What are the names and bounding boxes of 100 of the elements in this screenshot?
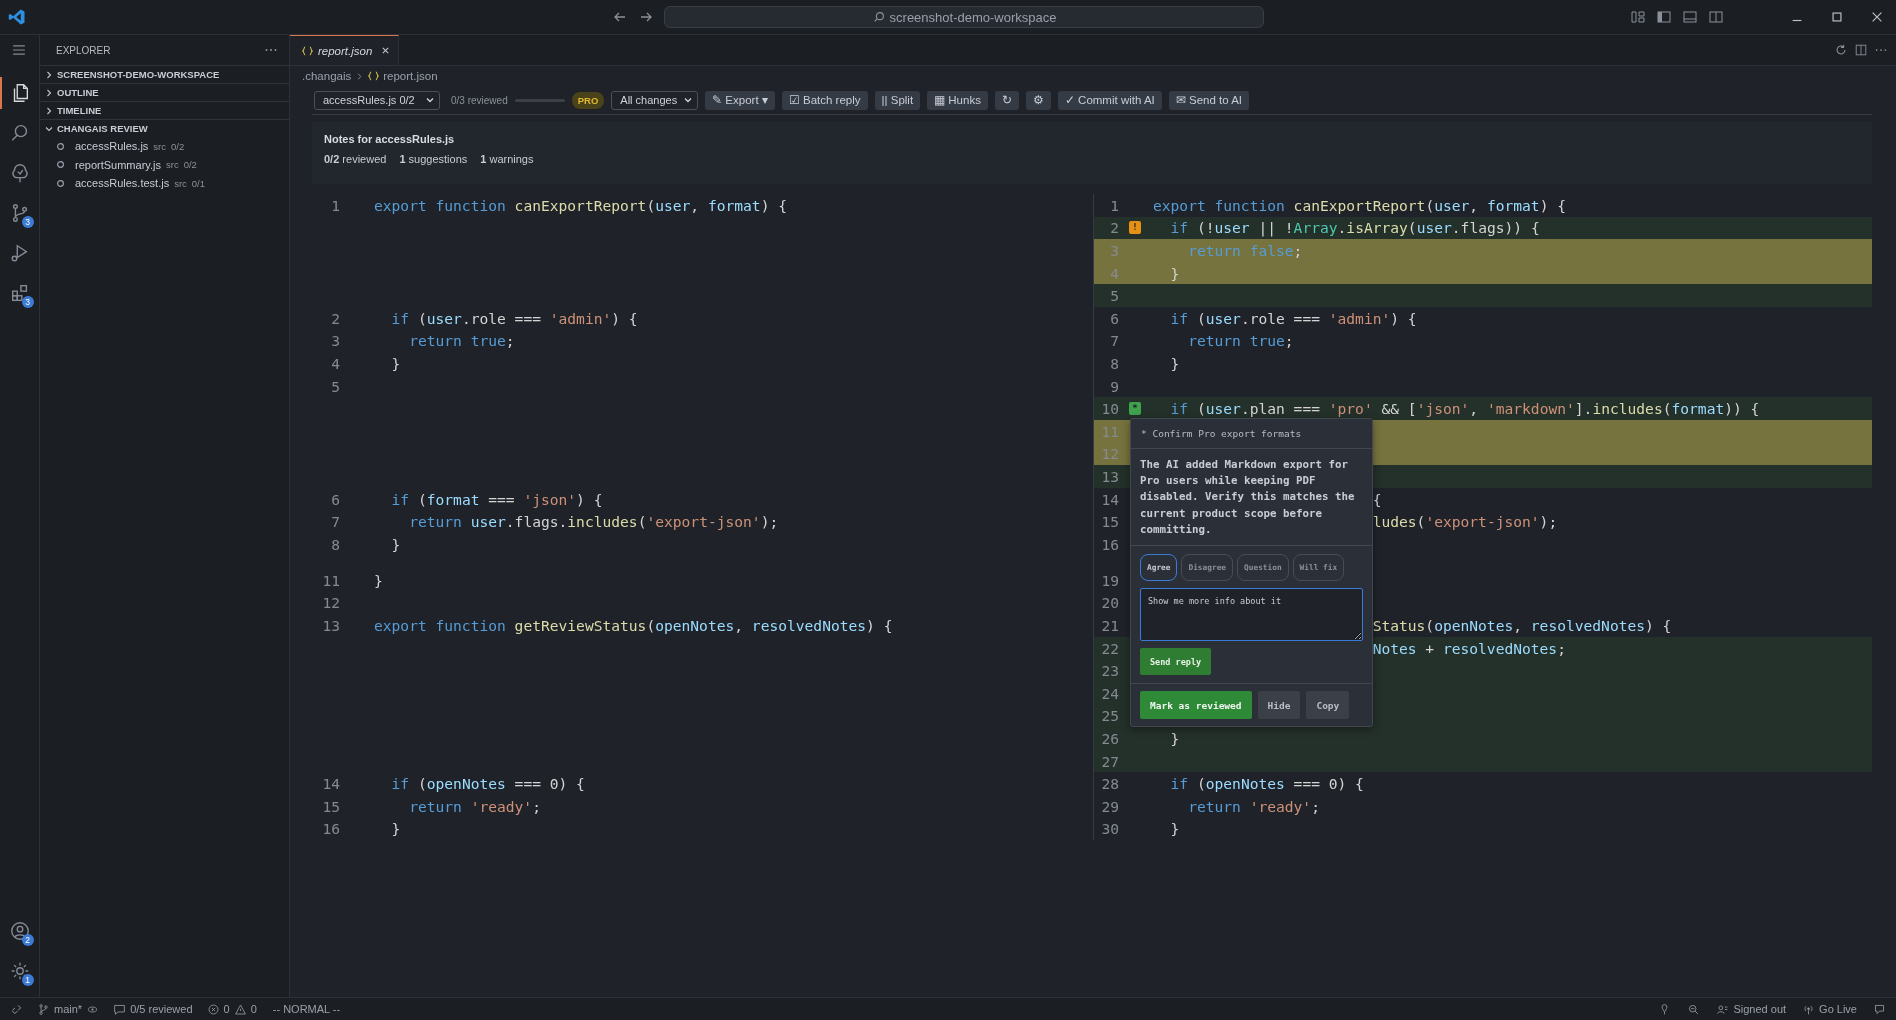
line-number: 4 <box>1109 264 1119 282</box>
code-line: if (openNotes === 0) { <box>1169 775 1364 793</box>
line-number: 8 <box>330 535 340 553</box>
sidebar-title: EXPLORER <box>56 44 111 56</box>
reviewed-count: 0/3 reviewed <box>451 94 508 106</box>
file-name: reportSummary.js <box>75 158 161 171</box>
reviewed-status[interactable]: 0/5 reviewed <box>130 1003 193 1015</box>
code-line: if (user.role === 'admin') { <box>1169 309 1417 327</box>
comment-body: The AI added Markdown export for Pro users while keeping PDF disabled. Verify this matches the current product scope before committing. <box>1131 449 1372 546</box>
editor-mode: -- NORMAL -- <box>272 1003 341 1015</box>
line-number: 5 <box>330 377 340 395</box>
warning-marker[interactable]: ! <box>1129 220 1141 234</box>
pro-badge: PRO <box>571 91 605 109</box>
file-list-item[interactable]: accessRules.js src 0/2 <box>40 137 289 156</box>
progress-count: 0/2 <box>171 140 185 152</box>
folder-label: src <box>166 159 179 171</box>
toolbar-button[interactable]: ☑ Batch reply <box>781 90 868 110</box>
warning-count[interactable]: 0 <box>250 1003 257 1015</box>
folder-label: src <box>153 140 167 152</box>
error-count[interactable]: 0 <box>223 1003 230 1015</box>
code-line: } <box>390 535 401 553</box>
line-number: 6 <box>1109 309 1119 327</box>
comment-action-button[interactable]: Hide <box>1257 691 1301 719</box>
code-line: return 'ready'; <box>1187 797 1320 815</box>
notes-stat: 0/2 reviewed <box>324 153 387 165</box>
code-line: return true; <box>408 332 515 350</box>
line-number: 19 <box>1100 571 1119 589</box>
line-number: 20 <box>1100 594 1119 612</box>
line-number: 2 <box>1109 219 1119 237</box>
code-line: } <box>390 820 401 838</box>
section-header[interactable]: TIMELINE <box>40 102 289 119</box>
code-line: } <box>390 354 401 372</box>
command-search-field[interactable]: screenshot-demo-workspace <box>664 6 1264 28</box>
note-marker[interactable]: * <box>1129 401 1141 415</box>
toolbar-button[interactable]: ⚙ <box>1025 90 1051 110</box>
line-number: 16 <box>1100 535 1119 553</box>
reply-field[interactable]: Show me more info about it <box>1140 588 1363 641</box>
comment-action-button[interactable]: Mark as reviewed <box>1140 691 1252 719</box>
editor-tab[interactable]: report.json <box>290 35 400 65</box>
folder-label: src <box>174 177 187 189</box>
go-live-button[interactable]: Go Live <box>1819 1003 1857 1015</box>
code-line: } <box>374 571 383 589</box>
breadcrumb-item[interactable]: report.json <box>383 70 438 82</box>
code-line: export function canExportReport(user, format) { <box>374 196 787 214</box>
line-number: 9 <box>1109 377 1119 395</box>
toolbar-button[interactable]: ↻ <box>994 90 1019 110</box>
code-line: } <box>1169 730 1180 748</box>
line-number: 15 <box>321 797 340 815</box>
line-number: 4 <box>330 354 340 372</box>
line-number: 10 <box>1100 400 1119 418</box>
section-header[interactable]: OUTLINE <box>40 84 289 101</box>
file-name: accessRules.js <box>75 140 149 153</box>
file-select[interactable]: accessRules.js 0/2 <box>314 90 440 110</box>
line-number: 3 <box>330 332 340 350</box>
send-reply-button[interactable]: Send reply <box>1140 648 1212 675</box>
filter-select[interactable]: All changes <box>611 90 699 110</box>
code-line: Notes + resolvedNotes; <box>1372 639 1566 657</box>
breadcrumb-item[interactable]: .changais <box>302 70 352 82</box>
code-line: return 'ready'; <box>408 797 541 815</box>
code-line: if (!user || !Array.isArray(user.flags)) { <box>1169 219 1540 237</box>
account-status[interactable]: Signed out <box>1733 1003 1787 1015</box>
code-line: if (user.plan === 'pro' && ['json', 'markdown'].includes(format)) { <box>1169 400 1760 418</box>
file-list-item[interactable]: reportSummary.js src 0/2 <box>40 155 289 174</box>
branch-name[interactable]: main* <box>54 1003 83 1015</box>
code-line: return true; <box>1187 332 1294 350</box>
toolbar-button[interactable]: ▦ Hunks <box>927 90 988 110</box>
line-number: 12 <box>321 594 340 612</box>
comment-action-button[interactable]: Copy <box>1306 691 1350 719</box>
file-list-item[interactable]: accessRules.test.js src 0/1 <box>40 174 289 193</box>
line-number: 29 <box>1100 797 1119 815</box>
code-line: } <box>1169 354 1180 372</box>
line-number: 8 <box>1109 354 1119 372</box>
code-line: if (openNotes === 0) { <box>390 775 585 793</box>
code-line: if (format === 'json') { <box>390 490 603 508</box>
badge-count: 3 <box>21 296 34 308</box>
line-number: 16 <box>321 820 340 838</box>
line-number: 25 <box>1100 707 1119 725</box>
notes-stat: 1 suggestions <box>399 153 468 165</box>
section-header[interactable]: SCREENSHOT-DEMO-WORKSPACE <box>40 66 289 83</box>
line-number: 14 <box>1100 490 1119 508</box>
code-line: Status(openNotes, resolvedNotes) { <box>1372 617 1672 635</box>
line-number: 7 <box>1109 332 1119 350</box>
section-header[interactable]: CHANGAIS REVIEW <box>40 120 289 137</box>
toolbar-button[interactable]: || Split <box>874 90 921 110</box>
line-number: 7 <box>330 513 340 531</box>
badge-count: 1 <box>21 974 34 986</box>
progress-count: 0/1 <box>191 177 206 189</box>
toolbar-button[interactable]: ✉ Send to AI <box>1168 90 1250 110</box>
comment-title: * Confirm Pro export formats <box>1131 419 1372 449</box>
line-number: 12 <box>1100 445 1119 463</box>
line-number: 13 <box>321 617 340 635</box>
code-line: { <box>1372 490 1382 508</box>
toolbar-button[interactable]: ✎ Export ▾ <box>705 90 775 110</box>
code-line: export function canExportReport(user, format) { <box>1153 196 1566 214</box>
code-line: if (user.role === 'admin') { <box>390 309 638 327</box>
toolbar-button[interactable]: ✓ Commit with AI <box>1057 90 1162 110</box>
progress-count: 0/2 <box>183 159 197 171</box>
tab-label: report.json <box>318 44 373 57</box>
line-number: 3 <box>1109 242 1119 259</box>
line-number: 26 <box>1100 730 1119 748</box>
